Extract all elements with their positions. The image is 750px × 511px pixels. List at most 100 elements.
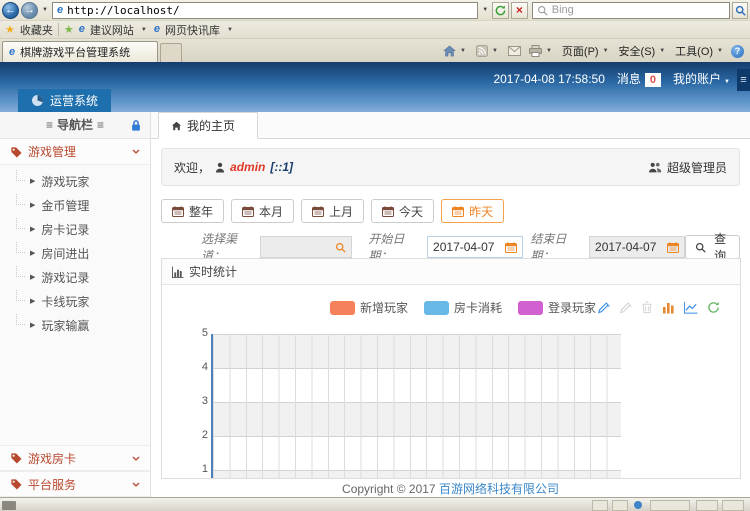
range-button[interactable]: 本月 — [231, 199, 294, 223]
browser-tab[interactable]: e 棋牌游戏平台管理系统 — [2, 41, 158, 62]
sidebar-tree-item[interactable]: ▶房间进出 — [0, 241, 150, 265]
search-input[interactable] — [552, 4, 725, 16]
chevron-down-icon[interactable]: ▼ — [490, 48, 500, 54]
company-link[interactable]: 百游网络科技有限公司 — [439, 482, 559, 496]
taskbar-button[interactable] — [722, 500, 744, 511]
range-buttons: 整年 本月 上月今天昨天 — [161, 199, 740, 223]
taskbar-button[interactable] — [592, 500, 608, 511]
sidebar-section-game-roomcards[interactable]: 游戏房卡 — [0, 445, 150, 471]
taskbar-button[interactable] — [650, 500, 690, 511]
chart-legend: 新增玩家房卡消耗登录玩家 — [330, 299, 596, 316]
new-tab-button[interactable] — [160, 43, 182, 62]
mark-tool-icon[interactable] — [597, 301, 610, 314]
search-icon[interactable] — [335, 242, 346, 253]
system-tab-operations[interactable]: 运营系统 — [18, 89, 111, 112]
taskbar-item — [2, 501, 16, 510]
header-datetime: 2017-04-08 17:58:50 — [493, 72, 604, 86]
back-button[interactable]: ← — [2, 2, 19, 19]
legend-swatch — [518, 301, 543, 315]
sidebar-tree-item[interactable]: ▶金币管理 — [0, 193, 150, 217]
tag-icon — [10, 146, 22, 158]
bar-type-tool-icon[interactable] — [662, 301, 675, 314]
tree-connector — [16, 314, 25, 325]
sidebar-section-game-management[interactable]: 游戏管理 — [0, 139, 150, 165]
stop-button[interactable]: × — [511, 2, 528, 19]
safety-menu[interactable]: 安全(S) ▼ — [617, 42, 670, 60]
refresh-button[interactable] — [492, 2, 509, 19]
account-menu[interactable]: 我的账户▼ — [673, 70, 730, 87]
taskbar-icon[interactable] — [634, 501, 642, 509]
tools-menu[interactable]: 工具(O) ▼ — [673, 42, 727, 60]
copyright-text: Copyright © 2017 — [342, 482, 436, 496]
chevron-down-icon[interactable]: ▼ — [458, 48, 468, 54]
tab-my-homepage[interactable]: 我的主页 — [158, 112, 258, 139]
print-button[interactable]: ▼ — [527, 44, 556, 58]
range-button[interactable]: 今天 — [371, 199, 434, 223]
clear-tool-icon[interactable] — [641, 301, 653, 314]
y-axis-tick: 1 — [193, 463, 208, 475]
chart-plot-area: 54321 — [211, 334, 621, 479]
range-button[interactable]: 昨天 — [441, 199, 504, 223]
calendar-icon[interactable] — [667, 242, 679, 253]
tree-connector — [16, 194, 25, 205]
legend-item[interactable]: 登录玩家 — [518, 299, 596, 316]
start-date-field[interactable] — [427, 236, 523, 258]
start-date-input[interactable] — [433, 240, 501, 254]
browser-tab-title: 棋牌游戏平台管理系统 — [20, 44, 130, 60]
sidebar-tree-item[interactable]: ▶游戏玩家 — [0, 169, 150, 193]
legend-item[interactable]: 房卡消耗 — [424, 299, 502, 316]
ie-icon: e — [154, 24, 160, 35]
legend-swatch — [330, 301, 355, 315]
sidebar-spacer — [0, 341, 150, 445]
help-button[interactable]: ? — [731, 45, 744, 58]
end-date-field[interactable] — [589, 236, 685, 258]
legend-item[interactable]: 新增玩家 — [330, 299, 408, 316]
line-type-tool-icon[interactable] — [684, 301, 698, 314]
messages-label: 消息 — [617, 72, 641, 86]
mark-undo-tool-icon[interactable] — [619, 301, 632, 314]
search-box[interactable] — [532, 2, 730, 19]
search-go-button[interactable] — [732, 2, 748, 19]
page-menu[interactable]: 页面(P) ▼ — [560, 42, 613, 60]
menu-lines-icon: ≡ — [93, 118, 108, 132]
feeds-button[interactable]: ▼ — [474, 44, 502, 58]
range-button[interactable]: 整年 — [161, 199, 224, 223]
sidebar-tree-item-label: 卡线玩家 — [41, 293, 89, 310]
forward-button[interactable]: → — [21, 2, 38, 19]
read-mail-button[interactable] — [506, 45, 523, 57]
calendar-icon[interactable] — [505, 242, 517, 253]
recent-pages-dropdown[interactable]: ▼ — [40, 7, 50, 13]
url-input[interactable] — [67, 4, 473, 17]
windows-taskbar[interactable] — [0, 497, 750, 511]
refresh-tool-icon[interactable] — [707, 301, 720, 314]
sidebar-tree-item[interactable]: ▶房卡记录 — [0, 217, 150, 241]
chevron-down-icon[interactable]: ▼ — [139, 27, 149, 33]
messages-button[interactable]: 消息0 — [617, 70, 661, 87]
query-button[interactable]: 查询 — [685, 235, 740, 259]
add-favorite-icon[interactable]: ★ — [64, 23, 74, 36]
lock-icon[interactable] — [130, 119, 142, 132]
address-dropdown[interactable]: ▼ — [480, 7, 490, 13]
favorites-button[interactable]: 收藏夹 — [20, 22, 53, 38]
web-slices-button[interactable]: 网页快讯库 — [165, 22, 220, 38]
refresh-icon — [495, 5, 506, 16]
address-field[interactable]: e — [52, 2, 478, 19]
taskbar-button[interactable] — [612, 500, 628, 511]
channel-input[interactable] — [266, 240, 332, 254]
sidebar-toggle-button[interactable]: ≡ — [737, 69, 750, 91]
chevron-down-icon[interactable]: ▼ — [225, 27, 235, 33]
sidebar-section-label: 平台服务 — [28, 476, 76, 493]
sidebar-section-platform-services[interactable]: 平台服务 — [0, 471, 150, 497]
range-button-label: 本月 — [259, 203, 283, 220]
channel-select[interactable] — [260, 236, 353, 258]
sidebar-tree-item[interactable]: ▶卡线玩家 — [0, 289, 150, 313]
home-button[interactable]: ▼ — [441, 44, 470, 58]
end-date-input[interactable] — [595, 240, 663, 254]
chevron-down-icon[interactable]: ▼ — [544, 48, 554, 54]
range-button[interactable]: 上月 — [301, 199, 364, 223]
suggested-sites-button[interactable]: 建议网站 — [90, 22, 134, 38]
sidebar-tree-item[interactable]: ▶游戏记录 — [0, 265, 150, 289]
command-bar: ▼ ▼ ▼ 页面(P) ▼ 安全(S) ▼ 工具(O) — [441, 42, 748, 62]
sidebar-tree-item[interactable]: ▶玩家输赢 — [0, 313, 150, 337]
taskbar-button[interactable] — [696, 500, 718, 511]
